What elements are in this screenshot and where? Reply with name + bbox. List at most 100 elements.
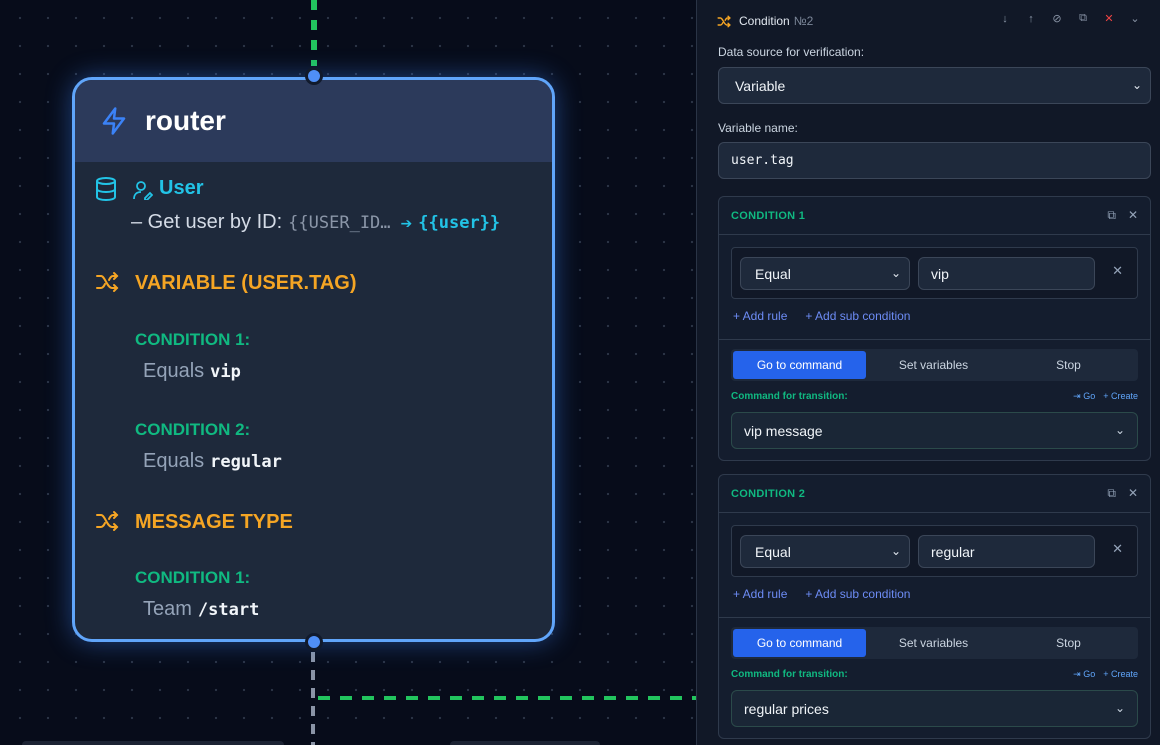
- add-links: + Add rule + Add sub condition: [733, 309, 910, 323]
- command-actions: ⇥ Go + Create: [1073, 391, 1138, 402]
- condition-line: Team/start: [143, 598, 259, 621]
- add-rule-button[interactable]: + Add rule: [733, 587, 787, 601]
- condition-operator: Team: [143, 598, 192, 620]
- panel-header: Condition №2 ↓ ↑ ⊘ ⧉ ✕ ⌄: [717, 12, 1150, 30]
- rule-row: Equal ⌄ vip ✕: [731, 247, 1138, 299]
- rule-operator-select[interactable]: Equal ⌄: [740, 535, 910, 568]
- remove-rule-icon[interactable]: ✕: [1112, 263, 1123, 279]
- tab-stop[interactable]: Stop: [1001, 629, 1136, 657]
- action-tabs: Go to command Set variables Stop: [731, 627, 1138, 659]
- close-icon[interactable]: ✕: [1128, 208, 1138, 223]
- arrow-right-icon: ➔: [400, 215, 413, 231]
- tab-set-variables[interactable]: Set variables: [866, 629, 1001, 657]
- node-body: User – Get user by ID: {{USER_ID… ➔ {{user}…: [75, 162, 552, 639]
- close-icon[interactable]: ✕: [1128, 486, 1138, 501]
- collapse-icon[interactable]: ⌄: [1128, 12, 1142, 25]
- action-tabs: Go to command Set variables Stop: [731, 349, 1138, 381]
- variable-name-value: user.tag: [731, 153, 794, 168]
- add-sub-condition-button[interactable]: + Add sub condition: [805, 587, 910, 601]
- condition-title: CONDITION 1:: [135, 330, 251, 349]
- data-source-label: Data source for verification:: [718, 45, 865, 59]
- copy-icon[interactable]: ⧉: [1107, 486, 1116, 501]
- get-user-result: {{user}}: [418, 213, 501, 233]
- add-rule-button[interactable]: + Add rule: [733, 309, 787, 323]
- chevron-down-icon: ⌄: [1114, 423, 1125, 437]
- next-node-stub[interactable]: [22, 741, 284, 745]
- command-value: vip message: [744, 422, 823, 439]
- go-button[interactable]: ⇥ Go: [1073, 391, 1095, 402]
- data-source-value: Variable: [735, 77, 786, 94]
- condition-card-header: CONDITION 2 ⧉ ✕: [719, 475, 1150, 513]
- data-source-select[interactable]: Variable ⌄: [718, 67, 1151, 104]
- rule-value-text: regular: [931, 543, 975, 560]
- panel-title: Condition: [739, 14, 790, 28]
- divider: [719, 339, 1150, 340]
- command-label: Command for transition:: [731, 669, 848, 680]
- rule-value-text: vip: [931, 265, 949, 282]
- node-input-handle[interactable]: [305, 67, 323, 85]
- section-title: VARIABLE (USER.TAG): [135, 272, 357, 294]
- next-node-stub[interactable]: [450, 741, 600, 745]
- copy-icon[interactable]: ⧉: [1107, 208, 1116, 223]
- get-user-text: – Get user by ID:: [131, 211, 283, 233]
- condition-line: Equals regular: [143, 450, 282, 473]
- node-header: router: [75, 80, 552, 162]
- section-title: MESSAGE TYPE: [135, 511, 293, 533]
- router-node[interactable]: router User – Get user by ID: {{USER_ID… ➔…: [72, 77, 555, 642]
- rule-operator-select[interactable]: Equal ⌄: [740, 257, 910, 290]
- variable-name-label: Variable name:: [718, 121, 798, 135]
- rule-operator-value: Equal: [755, 265, 791, 282]
- rule-operator-value: Equal: [755, 543, 791, 560]
- move-up-icon[interactable]: ↑: [1024, 13, 1038, 25]
- condition-card-title: CONDITION 1: [731, 209, 806, 222]
- condition-card: CONDITION 2 ⧉ ✕ Equal ⌄ regular ✕ + Add …: [718, 474, 1151, 739]
- create-button[interactable]: + Create: [1103, 391, 1138, 402]
- node-output-handle[interactable]: [305, 633, 323, 651]
- rule-value-input[interactable]: regular: [918, 535, 1095, 568]
- lightning-icon: [102, 107, 126, 135]
- tab-go-to-command[interactable]: Go to command: [733, 351, 866, 379]
- chevron-down-icon: ⌄: [890, 544, 901, 558]
- disable-icon[interactable]: ⊘: [1050, 12, 1064, 25]
- condition-card-header: CONDITION 1 ⧉ ✕: [719, 197, 1150, 235]
- user-action-label: User: [159, 177, 204, 199]
- incoming-edge[interactable]: [311, 0, 317, 66]
- condition-line: Equals vip: [143, 360, 241, 383]
- panel-number: №2: [793, 14, 814, 28]
- condition-card: CONDITION 1 ⧉ ✕ Equal ⌄ vip ✕ + Add rule…: [718, 196, 1151, 461]
- condition-title: CONDITION 1:: [135, 568, 251, 587]
- shuffle-icon: [717, 15, 731, 27]
- get-user-line: – Get user by ID: {{USER_ID… ➔ {{user}}: [131, 211, 500, 234]
- command-select[interactable]: vip message ⌄: [731, 412, 1138, 449]
- tab-go-to-command[interactable]: Go to command: [733, 629, 866, 657]
- delete-icon[interactable]: ✕: [1102, 12, 1116, 25]
- condition-card-actions: ⧉ ✕: [1107, 208, 1138, 223]
- chevron-down-icon: ⌄: [1131, 78, 1142, 92]
- go-button[interactable]: ⇥ Go: [1073, 669, 1095, 680]
- divider: [719, 617, 1150, 618]
- create-button[interactable]: + Create: [1103, 669, 1138, 680]
- chevron-down-icon: ⌄: [1114, 701, 1125, 715]
- remove-rule-icon[interactable]: ✕: [1112, 541, 1123, 557]
- copy-icon[interactable]: ⧉: [1076, 12, 1090, 25]
- tab-stop[interactable]: Stop: [1001, 351, 1136, 379]
- condition-card-title: CONDITION 2: [731, 487, 806, 500]
- outgoing-edge[interactable]: [311, 652, 315, 745]
- add-sub-condition-button[interactable]: + Add sub condition: [805, 309, 910, 323]
- outgoing-edge-branch[interactable]: [318, 696, 696, 700]
- command-label: Command for transition:: [731, 391, 848, 402]
- variable-name-input[interactable]: user.tag: [718, 142, 1151, 179]
- rule-row: Equal ⌄ regular ✕: [731, 525, 1138, 577]
- condition-title: CONDITION 2:: [135, 420, 251, 439]
- move-down-icon[interactable]: ↓: [998, 13, 1012, 25]
- command-actions: ⇥ Go + Create: [1073, 669, 1138, 680]
- panel-actions: ↓ ↑ ⊘ ⧉ ✕ ⌄: [998, 12, 1142, 25]
- tab-set-variables[interactable]: Set variables: [866, 351, 1001, 379]
- condition-value: regular: [210, 452, 282, 472]
- condition-panel: Condition №2 ↓ ↑ ⊘ ⧉ ✕ ⌄ Data source for…: [696, 0, 1160, 745]
- rule-value-input[interactable]: vip: [918, 257, 1095, 290]
- condition-operator: Equals: [143, 360, 205, 382]
- flow-canvas[interactable]: router User – Get user by ID: {{USER_ID… ➔…: [0, 0, 696, 745]
- shuffle-icon: [96, 511, 119, 531]
- command-select[interactable]: regular prices ⌄: [731, 690, 1138, 727]
